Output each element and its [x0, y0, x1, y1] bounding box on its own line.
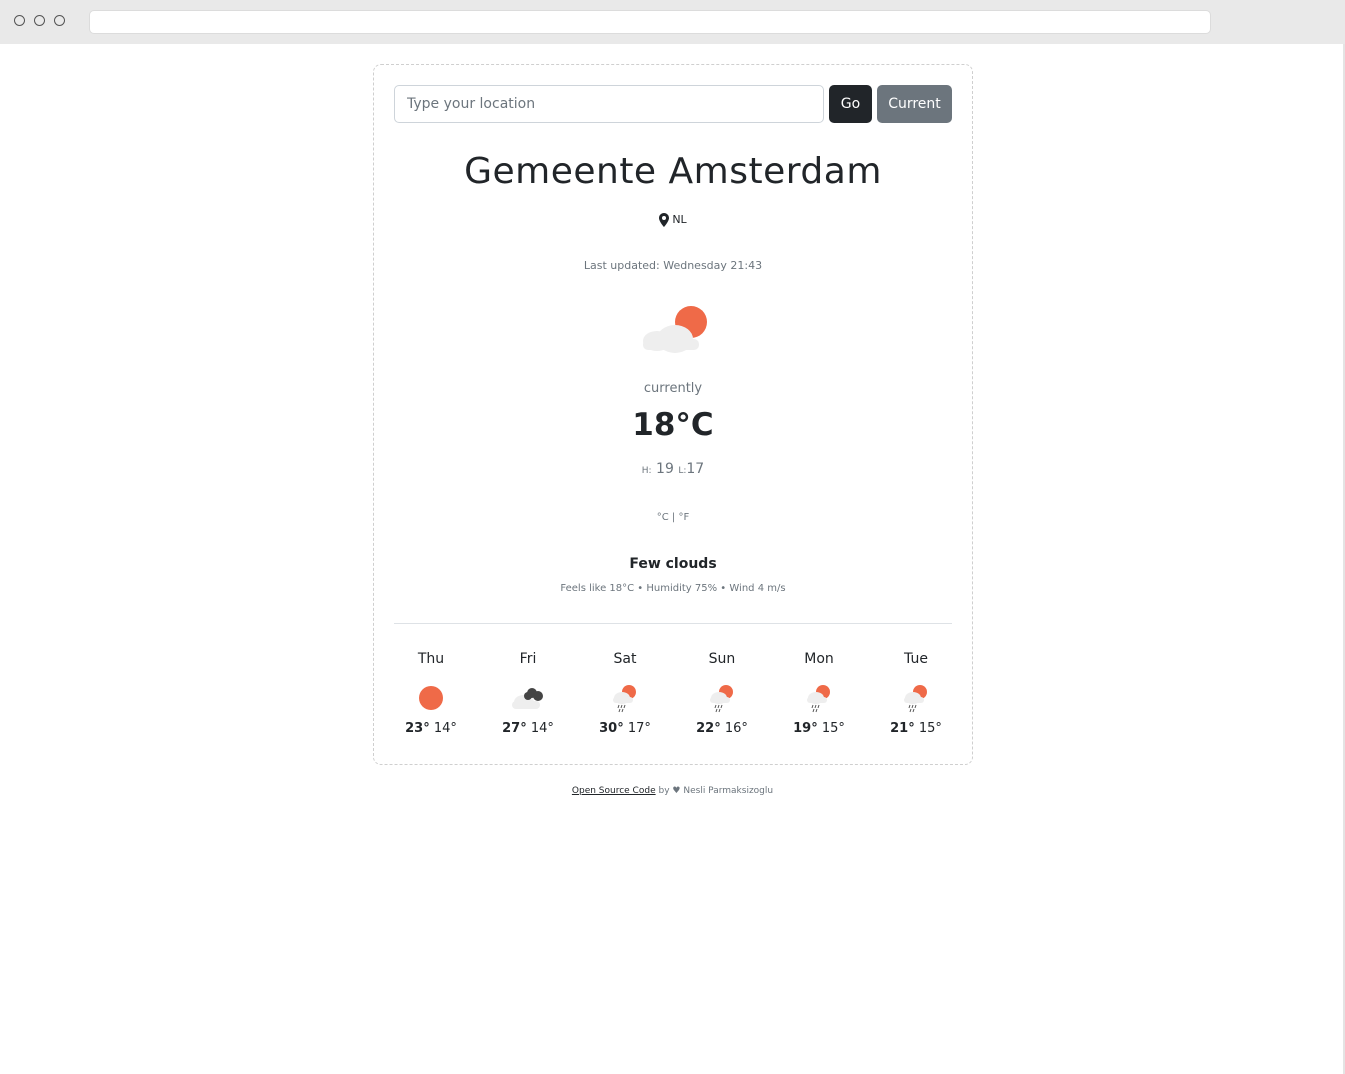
day-low: 15° — [918, 721, 942, 736]
day-temps: 19° 15° — [779, 721, 859, 736]
forecast-day: Sat 30° 17° — [585, 651, 665, 736]
rain-icon — [807, 685, 830, 713]
low-value: 17 — [686, 461, 705, 477]
day-temps: 22° 16° — [682, 721, 762, 736]
forecast-day: Mon 19° 15° — [779, 651, 859, 736]
weather-card: Go Current Gemeente Amsterdam NL Last up… — [373, 64, 973, 765]
day-temps: 21° 15° — [876, 721, 956, 736]
weather-condition: Few clouds — [629, 556, 717, 572]
country-code: NL — [672, 213, 687, 226]
current-location-button[interactable]: Current — [877, 85, 952, 123]
unit-toggle: °C | °F — [374, 512, 972, 523]
rain-icon — [613, 685, 636, 713]
unit-separator: | — [671, 512, 676, 523]
day-name: Mon — [804, 651, 834, 667]
current-temperature: 18°C — [632, 407, 714, 443]
window-maximize-icon[interactable] — [54, 15, 65, 26]
forecast-day: Fri 27° 14° — [488, 651, 568, 736]
high-label: H: — [641, 466, 652, 476]
day-high: 21° — [890, 721, 915, 736]
day-high: 30° — [599, 721, 624, 736]
heart-icon: ♥ — [672, 786, 681, 796]
sun-icon — [419, 686, 443, 710]
celsius-toggle[interactable]: °C — [657, 512, 669, 523]
source-code-link[interactable]: Open Source Code — [572, 786, 656, 796]
day-high: 27° — [502, 721, 527, 736]
day-high: 23° — [405, 721, 430, 736]
day-low: 16° — [724, 721, 748, 736]
rain-icon — [904, 685, 927, 713]
location-pin-icon — [659, 213, 670, 227]
forecast-day: Sun 22° 16° — [682, 651, 762, 736]
few-clouds-night-icon — [643, 306, 707, 353]
day-high: 22° — [696, 721, 721, 736]
high-value: 19 — [656, 461, 674, 477]
day-name: Sat — [613, 651, 637, 667]
day-temps: 27° 14° — [488, 721, 568, 736]
broken-clouds-icon — [512, 688, 543, 709]
forecast-day: Tue 21° 15° — [876, 651, 956, 736]
day-high: 19° — [793, 721, 818, 736]
country-label: NL — [374, 213, 972, 227]
day-low: 17° — [627, 721, 651, 736]
currently-label: currently — [643, 381, 703, 396]
day-name: Sun — [708, 651, 736, 667]
city-name: Gemeente Amsterdam — [464, 151, 882, 192]
window-minimize-icon[interactable] — [34, 15, 45, 26]
footer: Open Source Code by ♥ Nesli Parmaksizogl… — [0, 786, 1345, 796]
rain-icon — [710, 685, 733, 713]
day-temps: 23° 14° — [391, 721, 471, 736]
day-name: Thu — [417, 651, 445, 667]
day-low: 14° — [530, 721, 554, 736]
author-name: Nesli Parmaksizoglu — [683, 786, 774, 796]
divider — [394, 623, 952, 624]
day-low: 14° — [433, 721, 457, 736]
go-button[interactable]: Go — [829, 85, 872, 123]
forecast-list: Thu 23° 14° Fri 27° 14° Sat 30° 17° Sun … — [394, 651, 952, 747]
high-low: H: 19 L:17 — [374, 461, 972, 477]
day-temps: 30° 17° — [585, 721, 665, 736]
browser-toolbar — [0, 0, 1345, 44]
window-close-icon[interactable] — [14, 15, 25, 26]
day-name: Fri — [519, 651, 537, 667]
day-low: 15° — [821, 721, 845, 736]
forecast-day: Thu 23° 14° — [391, 651, 471, 736]
weather-details: Feels like 18°C • Humidity 75% • Wind 4 … — [560, 583, 786, 594]
address-bar[interactable] — [89, 10, 1211, 34]
footer-by: by — [658, 786, 670, 796]
search-input[interactable] — [394, 85, 824, 123]
day-name: Tue — [904, 651, 928, 667]
fahrenheit-toggle[interactable]: °F — [678, 512, 689, 523]
last-updated: Last updated: Wednesday 21:43 — [583, 259, 763, 272]
